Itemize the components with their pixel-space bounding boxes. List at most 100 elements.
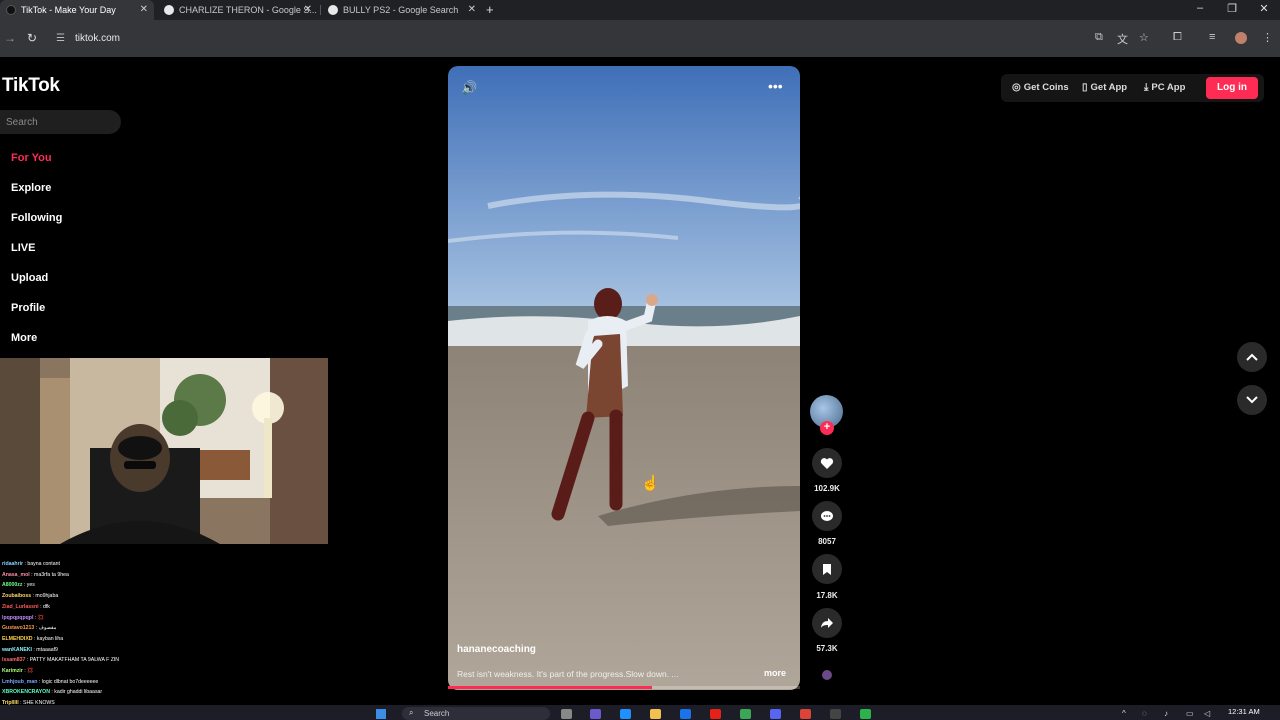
- get-coins-button[interactable]: ◎ Get Coins: [1012, 82, 1069, 93]
- media-control-icon[interactable]: ≡: [1209, 31, 1215, 43]
- install-app-icon[interactable]: ⧉: [1095, 31, 1103, 44]
- display-icon[interactable]: ▭: [1186, 709, 1194, 718]
- translate-icon[interactable]: 文: [1117, 31, 1128, 47]
- restore-icon[interactable]: ❐: [1222, 2, 1242, 15]
- app-icon[interactable]: [860, 709, 871, 719]
- chat-message: XBROKENCRAYON : kadir ghaddi libaasar: [2, 687, 262, 698]
- taskbar-search[interactable]: Search: [402, 707, 550, 720]
- minimize-icon[interactable]: –: [1190, 2, 1210, 14]
- caption-more-link[interactable]: more: [764, 668, 786, 678]
- sidebar-item-following[interactable]: Following: [11, 212, 62, 224]
- music-disc-icon[interactable]: [822, 670, 832, 680]
- browser-menu-icon[interactable]: ⋮: [1262, 31, 1273, 44]
- share-arrow-icon: [821, 618, 833, 628]
- reload-icon[interactable]: ↻: [27, 31, 37, 45]
- sidebar-item-profile[interactable]: Profile: [11, 302, 45, 314]
- chat-message: Ziad_Lurlassni : dfk: [2, 602, 262, 613]
- chat-text: : 💢: [22, 668, 34, 675]
- volume-icon[interactable]: 🔊: [461, 80, 477, 96]
- edge-icon[interactable]: [620, 709, 631, 719]
- comment-button[interactable]: [812, 501, 842, 531]
- tab-tiktok[interactable]: TikTok - Make Your Day ✕: [0, 0, 154, 20]
- save-count: 17.8K: [816, 591, 838, 600]
- webcam-feed-image: [0, 358, 328, 544]
- close-tab-icon[interactable]: ✕: [468, 4, 476, 15]
- chat-username: lssam837: [2, 657, 26, 664]
- get-coins-label: Get Coins: [1023, 82, 1069, 93]
- app-green-icon[interactable]: [740, 709, 751, 719]
- comment-icon: [821, 510, 833, 521]
- obs-icon[interactable]: [830, 709, 841, 719]
- mouse-cursor-icon: ☝: [641, 475, 660, 492]
- previous-video-button[interactable]: [1237, 342, 1267, 372]
- window-close-icon[interactable]: ✕: [1254, 2, 1274, 15]
- tray-chevron-icon[interactable]: ^: [1122, 709, 1126, 718]
- chat-message: Karimzir : 💢: [2, 666, 262, 677]
- address-bar[interactable]: tiktok.com: [75, 33, 120, 44]
- store-icon[interactable]: [680, 709, 691, 719]
- follow-button[interactable]: +: [820, 421, 834, 435]
- chat-message: ELMEHDIXD : kayban liha: [2, 634, 262, 645]
- chat-username: XBROKENCRAYON: [2, 689, 50, 696]
- next-video-button[interactable]: [1237, 385, 1267, 415]
- discord-icon[interactable]: [770, 709, 781, 719]
- chat-text: : 💢: [33, 614, 45, 621]
- sidebar-item-live[interactable]: LIVE: [11, 242, 35, 254]
- chat-username: Lmhjoub_man: [2, 678, 38, 685]
- chat-text: : مقصوف: [34, 625, 57, 632]
- get-app-label: Get App: [1090, 82, 1128, 93]
- sidebar-item-upload[interactable]: Upload: [11, 272, 48, 284]
- google-favicon-icon: [328, 5, 338, 15]
- login-button[interactable]: Log in: [1206, 77, 1258, 99]
- chrome-icon[interactable]: [800, 709, 811, 719]
- video-progress-bar[interactable]: [448, 686, 800, 689]
- chat-username: A8000zz: [2, 582, 23, 589]
- new-tab-button[interactable]: +: [486, 2, 494, 17]
- chat-username: lpqpqpqpqpl: [2, 614, 34, 621]
- profile-avatar-icon[interactable]: [1235, 32, 1247, 44]
- like-button[interactable]: [812, 448, 842, 478]
- tab-bully[interactable]: BULLY PS2 - Google Search ✕: [322, 0, 482, 20]
- share-count: 57.3K: [816, 644, 838, 653]
- task-view-icon[interactable]: [561, 709, 572, 719]
- tiktok-logo[interactable]: TikTok: [2, 75, 60, 97]
- close-tab-icon[interactable]: ✕: [140, 4, 148, 15]
- video-author[interactable]: hananecoaching: [457, 644, 536, 655]
- volume-tray-icon[interactable]: ◁: [1204, 709, 1210, 718]
- browser-tab-bar: TikTok - Make Your Day ✕ CHARLIZE THERON…: [0, 0, 1280, 20]
- close-tab-icon[interactable]: ✕: [304, 4, 312, 15]
- sidebar-item-more[interactable]: More: [11, 332, 37, 344]
- chevron-down-icon: [1246, 396, 1258, 404]
- chat-text: : kadir ghaddi libaasar: [49, 689, 103, 696]
- chat-username: Anasa_mol: [2, 571, 30, 578]
- search-input[interactable]: Search: [0, 110, 121, 134]
- file-explorer-icon[interactable]: [650, 709, 661, 719]
- tray-app-icon[interactable]: ◌: [1142, 709, 1147, 718]
- site-info-icon[interactable]: ☰: [56, 33, 65, 44]
- tiktok-favicon-icon: [6, 5, 16, 15]
- video-caption: Rest isn't weakness. It's part of the pr…: [457, 669, 679, 679]
- forward-icon[interactable]: →: [4, 31, 16, 45]
- get-app-button[interactable]: ▯ Get App: [1082, 82, 1127, 93]
- video-player[interactable]: [448, 66, 800, 690]
- chat-message: lpqpqpqpqpl : 💢: [2, 613, 262, 624]
- video-options-icon[interactable]: •••: [768, 78, 783, 94]
- save-button[interactable]: [812, 554, 842, 584]
- pc-app-button[interactable]: ⤓ PC App: [1144, 82, 1185, 93]
- teams-icon[interactable]: [590, 709, 601, 719]
- chat-message: wanKANEKI : mtaaaaf9: [2, 645, 262, 656]
- chat-text: : logic dlbnat bo7deeeeee: [37, 678, 99, 685]
- sidebar-item-for-you[interactable]: For You: [11, 152, 52, 164]
- taskbar-clock[interactable]: 12:31 AM: [1228, 707, 1260, 716]
- chat-text: : PATTY MAKATFHAM TA 9ALWA F ZIN: [25, 657, 120, 664]
- windows-start-icon[interactable]: [376, 709, 386, 719]
- bookmark-star-icon[interactable]: ☆: [1139, 31, 1149, 44]
- like-count: 102.9K: [814, 484, 840, 493]
- chat-text: : bayna contant: [23, 561, 60, 567]
- extensions-icon[interactable]: ⧠: [1173, 31, 1182, 44]
- sidebar-item-explore[interactable]: Explore: [11, 182, 51, 194]
- share-button[interactable]: [812, 608, 842, 638]
- microphone-icon[interactable]: ♪: [1164, 709, 1168, 718]
- tab-charlize[interactable]: CHARLIZE THERON - Google S... ✕: [158, 0, 318, 20]
- youtube-icon[interactable]: [710, 709, 721, 719]
